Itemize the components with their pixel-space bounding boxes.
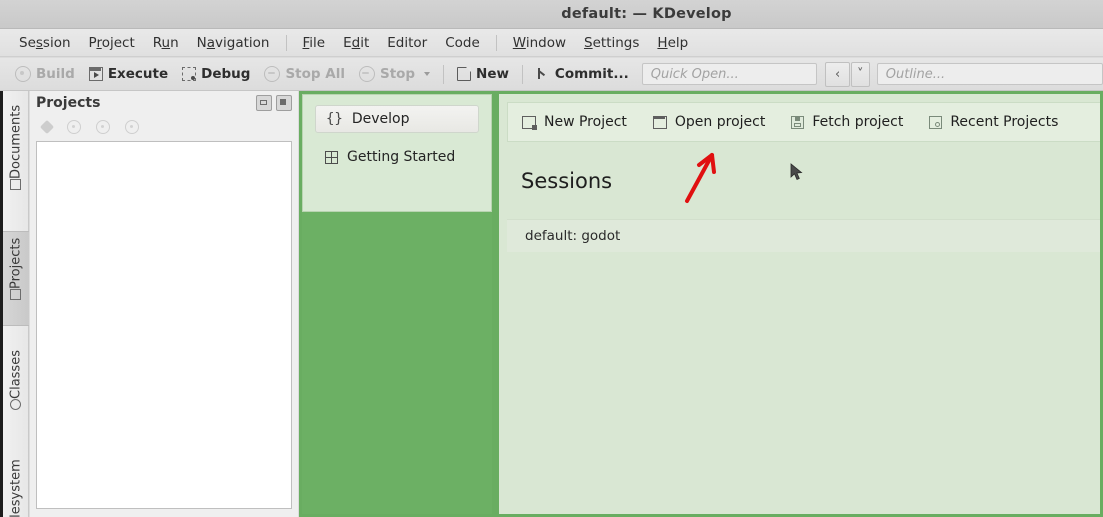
sidebar-item-classes[interactable]: Classes — [3, 344, 29, 434]
welcome-nav-develop[interactable]: {} Develop — [315, 105, 479, 133]
menu-navigation[interactable]: Navigation — [188, 32, 279, 54]
menu-session[interactable]: Session — [10, 32, 80, 54]
fetch-project-label: Fetch project — [812, 114, 904, 130]
quick-open-placeholder: Quick Open... — [650, 66, 739, 82]
recent-projects-label: Recent Projects — [950, 114, 1059, 130]
toolbar-divider-2 — [521, 64, 523, 84]
toolbar-divider — [443, 64, 445, 84]
menu-settings[interactable]: Settings — [575, 32, 648, 54]
new-project-button[interactable]: New Project — [522, 114, 627, 130]
classes-icon — [10, 398, 22, 410]
projects-dock-header: Projects — [30, 91, 298, 115]
debug-label: Debug — [201, 66, 251, 82]
menu-bar[interactable]: Session Project Run Navigation File Edit… — [0, 29, 1103, 57]
projects-dock: Projects — [30, 91, 298, 517]
back-button[interactable]: ‹ — [825, 61, 850, 87]
sidebar-item-projects[interactable]: Projects — [3, 231, 29, 326]
history-dropdown-button[interactable]: ˅ — [850, 61, 870, 87]
build-icon — [15, 66, 31, 82]
stop-button[interactable]: Stop — [352, 63, 437, 85]
build-label: Build — [36, 66, 75, 82]
stop-all-label: Stop All — [285, 66, 345, 82]
sidebar-label-projects: Projects — [8, 238, 24, 290]
new-project-icon — [522, 115, 537, 130]
new-label: New — [476, 66, 509, 82]
documents-icon — [10, 179, 22, 191]
commit-label: Commit... — [554, 66, 629, 82]
outline-input[interactable]: Outline... — [876, 63, 1103, 85]
projects-dock-title: Projects — [36, 95, 101, 111]
sidebar-label-filesystem: Filesystem — [8, 459, 24, 517]
debug-icon — [182, 67, 197, 81]
grid-icon — [325, 150, 338, 164]
fetch-project-button[interactable]: Fetch project — [791, 114, 903, 130]
session-label: default: godot — [525, 228, 621, 244]
menu-editor[interactable]: Editor — [378, 32, 436, 54]
close-icon[interactable] — [276, 95, 292, 111]
menu-code[interactable]: Code — [436, 32, 489, 54]
settings-icon[interactable] — [67, 120, 81, 134]
projects-dock-toolbar — [30, 115, 298, 139]
new-project-label: New Project — [544, 114, 627, 130]
welcome-nav-getting-started[interactable]: Getting Started — [315, 143, 479, 171]
welcome-nav-develop-label: Develop — [351, 111, 410, 127]
quick-open-input[interactable]: Quick Open... — [641, 63, 818, 85]
left-tool-tabs: Documents Projects Classes Filesystem — [0, 91, 29, 517]
new-button[interactable]: New — [450, 63, 516, 85]
welcome-nav-getting-started-label: Getting Started — [347, 149, 456, 165]
title-bar: default: — KDevelop — [0, 0, 1103, 29]
zoom-in-icon[interactable] — [96, 120, 110, 134]
projects-tree[interactable] — [36, 141, 292, 509]
menu-help[interactable]: Help — [648, 32, 697, 54]
welcome-nav: {} Develop Getting Started — [302, 94, 492, 514]
chevron-down-icon[interactable] — [424, 72, 431, 76]
sessions-heading: Sessions — [521, 169, 613, 193]
sidebar-label-classes: Classes — [8, 350, 24, 399]
menu-project[interactable]: Project — [80, 32, 144, 54]
sidebar-label-documents: Documents — [8, 105, 24, 180]
debug-button[interactable]: Debug — [175, 63, 257, 85]
welcome-main: New Project Open project Fetch project R… — [499, 94, 1100, 514]
stop-icon — [358, 66, 375, 82]
projects-icon — [10, 289, 22, 301]
fetch-project-icon — [791, 115, 805, 129]
build-button[interactable]: Build — [8, 63, 82, 85]
back-icon: ‹ — [834, 66, 841, 82]
outline-placeholder: Outline... — [885, 66, 946, 82]
menu-divider-2 — [495, 34, 497, 51]
zoom-out-icon[interactable] — [125, 120, 139, 134]
main-toolbar: Build Execute Debug Stop All Stop New Co… — [0, 58, 1103, 91]
sidebar-item-filesystem[interactable]: Filesystem — [3, 453, 29, 517]
menu-edit[interactable]: Edit — [334, 32, 378, 54]
stop-label: Stop — [379, 66, 416, 82]
recent-projects-icon — [929, 115, 943, 129]
stop-all-button[interactable]: Stop All — [257, 63, 352, 85]
execute-icon — [88, 67, 103, 81]
chevron-down-icon-2: ˅ — [857, 66, 864, 82]
menu-run[interactable]: Run — [144, 32, 188, 54]
execute-label: Execute — [107, 66, 169, 82]
menu-divider — [285, 34, 287, 51]
float-icon[interactable] — [256, 95, 272, 111]
refresh-icon[interactable] — [39, 119, 55, 135]
open-project-button[interactable]: Open project — [652, 114, 766, 130]
menu-file[interactable]: File — [294, 32, 335, 54]
kdevelop-window: default: — KDevelop Session Project Run … — [0, 0, 1103, 517]
open-project-icon — [652, 115, 667, 129]
window-title: default: — KDevelop — [561, 6, 732, 22]
menu-window[interactable]: Window — [504, 32, 575, 54]
stop-all-icon — [264, 66, 281, 82]
welcome-nav-panel: {} Develop Getting Started — [302, 94, 492, 212]
sidebar-item-documents[interactable]: Documents — [3, 99, 29, 207]
braces-icon: {} — [326, 111, 343, 127]
commit-icon — [536, 67, 550, 81]
project-actions-bar: New Project Open project Fetch project R… — [507, 102, 1100, 142]
new-file-icon — [457, 67, 472, 81]
session-list-item[interactable]: default: godot — [507, 219, 1100, 252]
commit-button[interactable]: Commit... — [529, 63, 636, 85]
open-project-label: Open project — [674, 114, 766, 130]
recent-projects-button[interactable]: Recent Projects — [929, 114, 1058, 130]
welcome-page: {} Develop Getting Started New Project O… — [299, 91, 1103, 517]
execute-button[interactable]: Execute — [82, 63, 175, 85]
